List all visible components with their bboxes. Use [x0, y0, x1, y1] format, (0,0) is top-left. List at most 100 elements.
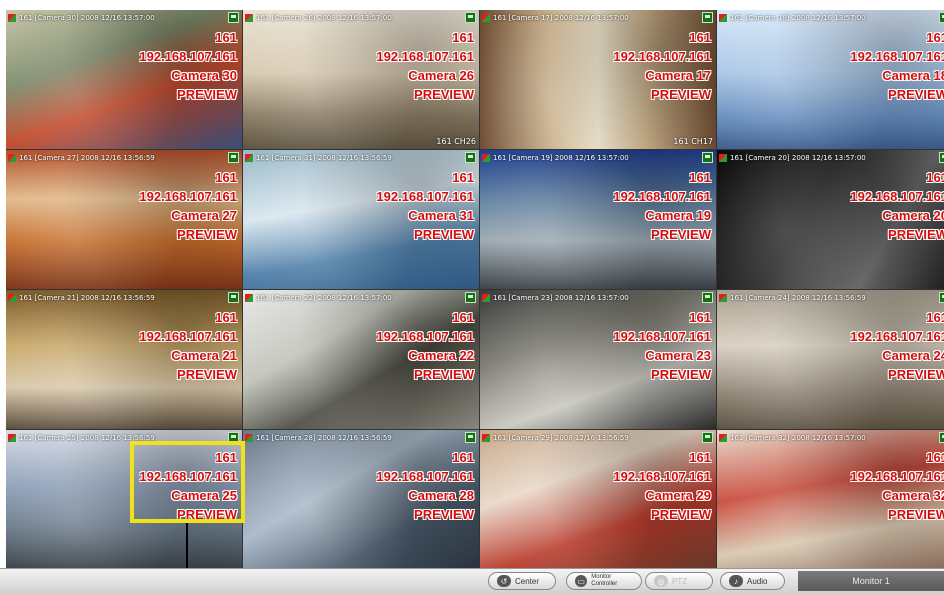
- camera-name: Camera 20: [882, 208, 944, 223]
- camera-tile[interactable]: 161 [Camera 32] 2008 12/16 13:57:00 16 1 …: [717, 430, 944, 569]
- camera-tile[interactable]: 161 [Camera 21] 2008 12/16 13:56:59 161 …: [6, 290, 242, 429]
- camera-ip: 192.168.107.161: [376, 329, 474, 344]
- record-flag-icon: [719, 433, 727, 442]
- monitor-icon: [228, 152, 239, 163]
- camera-name: Camera 23: [645, 348, 711, 363]
- monitor-icon: [228, 292, 239, 303]
- camera-ip: 192.168.107.161: [613, 189, 711, 204]
- monitor-icon: [939, 292, 944, 303]
- camera-tile[interactable]: 161 [Camera 22] 2008 12/16 13:57:00 161 …: [243, 290, 479, 429]
- camera-name: Camera 27: [171, 208, 237, 223]
- record-flag-icon: [245, 293, 253, 302]
- record-flag-icon: [482, 433, 490, 442]
- camera-name: Camera 21: [171, 348, 237, 363]
- camera-status: PREVIEW: [651, 227, 711, 242]
- rotate-icon: ↺: [497, 575, 511, 587]
- camera-name: Camera 24: [882, 348, 944, 363]
- monitor-controller-button[interactable]: ▭ Monitor Controller: [566, 572, 642, 590]
- camera-tile[interactable]: 161 [Camera 23] 2008 12/16 13:57:00 161 …: [480, 290, 716, 429]
- record-flag-icon: [245, 433, 253, 442]
- selection-box: [130, 441, 245, 523]
- record-flag-icon: [719, 153, 727, 162]
- camera-ip: 192.168.107.161: [139, 329, 237, 344]
- camera-header: 161 [Camera 31] 2008 12/16 13:56:59: [245, 152, 459, 163]
- monitor-icon: [702, 292, 713, 303]
- camera-status: PREVIEW: [414, 367, 474, 382]
- camera-overlay: 161 192.168.107.161 Camera 28 PREVIEW: [376, 448, 474, 524]
- camera-header: 161 [Camera 17] 2008 12/16 13:57:00: [482, 12, 696, 23]
- camera-tile[interactable]: 161 [Camera 26] 2008 12/16 13:57:00 161 …: [243, 10, 479, 149]
- camera-overlay: 161 192.168.107.161 Camera 31 PREVIEW: [376, 168, 474, 244]
- record-flag-icon: [482, 293, 490, 302]
- camera-tile[interactable]: 161 [Camera 31] 2008 12/16 13:56:59 161 …: [243, 150, 479, 289]
- camera-name: Camera 31: [408, 208, 474, 223]
- camera-overlay: 161 192.168.107.161 Camera 27 PREVIEW: [139, 168, 237, 244]
- camera-status: PREVIEW: [414, 507, 474, 522]
- audio-button[interactable]: ♪ Audio: [720, 572, 785, 590]
- camera-name: Camera 26: [408, 68, 474, 83]
- record-flag-icon: [482, 13, 490, 22]
- camera-tile[interactable]: 161 [Camera 20] 2008 12/16 13:57:00 16 1 …: [717, 150, 944, 289]
- camera-tile[interactable]: 161 [Camera 27] 2008 12/16 13:56:59 161 …: [6, 150, 242, 289]
- camera-ip: 192.168.107.161: [376, 189, 474, 204]
- camera-header: 161 [Camera 19] 2008 12/16 13:57:00: [482, 152, 696, 163]
- camera-tile[interactable]: 161 [Camera 18] 2008 12/16 13:57:00 16 1 …: [717, 10, 944, 149]
- monitor-icon: [465, 152, 476, 163]
- monitor-icon: [465, 12, 476, 23]
- monitor-icon: [939, 12, 944, 23]
- camera-overlay: 161 192.168.107.161 Camera 17 PREVIEW: [613, 28, 711, 104]
- record-flag-icon: [482, 153, 490, 162]
- camera-header: 161 [Camera 20] 2008 12/16 13:57:00: [719, 152, 933, 163]
- camera-header: 161 [Camera 32] 2008 12/16 13:57:00: [719, 432, 933, 443]
- camera-id: 161: [452, 170, 474, 185]
- camera-tile[interactable]: 161 [Camera 24] 2008 12/16 13:56:59 16 1 …: [717, 290, 944, 429]
- camera-header: 161 [Camera 26] 2008 12/16 13:57:00: [245, 12, 459, 23]
- camera-header: 161 [Camera 29] 2008 12/16 13:56:59: [482, 432, 696, 443]
- camera-tile[interactable]: 161 [Camera 19] 2008 12/16 13:57:00 161 …: [480, 150, 716, 289]
- camera-name: Camera 19: [645, 208, 711, 223]
- bottom-toolbar: ↺ Center ▭ Monitor Controller ◎ PTZ ♪ Au…: [0, 568, 944, 594]
- monitor-icon: [702, 12, 713, 23]
- camera-status: PREVIEW: [177, 367, 237, 382]
- camera-id: 161: [689, 450, 711, 465]
- camera-ip: 192.168.107.161: [376, 469, 474, 484]
- record-flag-icon: [245, 153, 253, 162]
- camera-ip: 192.168.107.161: [613, 329, 711, 344]
- camera-status: PREVIEW: [651, 367, 711, 382]
- camera-status: PREVIEW: [651, 87, 711, 102]
- camera-overlay: 161 192.168.107.161 Camera 32 PREVIEW: [850, 448, 944, 524]
- record-flag-icon: [8, 293, 16, 302]
- camera-name: Camera 30: [171, 68, 237, 83]
- camera-ip: 192.168.107.161: [376, 49, 474, 64]
- camera-ip: 192.168.107.161: [850, 49, 944, 64]
- camera-id: 161: [215, 310, 237, 325]
- camera-status: PREVIEW: [177, 87, 237, 102]
- camera-id: 161: [452, 30, 474, 45]
- camera-tile[interactable]: 161 [Camera 29] 2008 12/16 13:56:59 161 …: [480, 430, 716, 569]
- monitor-icon: ▭: [575, 575, 588, 587]
- camera-ip: 192.168.107.161: [850, 329, 944, 344]
- camera-id: 161: [926, 310, 944, 325]
- camera-status: PREVIEW: [414, 87, 474, 102]
- camera-name: Camera 32: [882, 488, 944, 503]
- camera-name: Camera 18: [882, 68, 944, 83]
- monitor-icon: [702, 432, 713, 443]
- camera-name: Camera 28: [408, 488, 474, 503]
- camera-tile[interactable]: 161 [Camera 30] 2008 12/16 13:57:00 161 …: [6, 10, 242, 149]
- camera-status: PREVIEW: [888, 227, 944, 242]
- camera-id: 161: [689, 30, 711, 45]
- camera-tile[interactable]: 161 [Camera 28] 2008 12/16 13:56:59 161 …: [243, 430, 479, 569]
- center-button[interactable]: ↺ Center: [488, 572, 556, 590]
- monitor-icon: [939, 152, 944, 163]
- camera-overlay: 161 192.168.107.161 Camera 23 PREVIEW: [613, 308, 711, 384]
- camera-id: 161: [452, 310, 474, 325]
- monitor-label: Monitor 1: [798, 571, 944, 591]
- camera-tile[interactable]: 161 [Camera 17] 2008 12/16 13:57:00 161 …: [480, 10, 716, 149]
- camera-overlay: 161 192.168.107.161 Camera 30 PREVIEW: [139, 28, 237, 104]
- camera-overlay: 161 192.168.107.161 Camera 24 PREVIEW: [850, 308, 944, 384]
- camera-overlay: 161 192.168.107.161 Camera 29 PREVIEW: [613, 448, 711, 524]
- camera-overlay: 161 192.168.107.161 Camera 21 PREVIEW: [139, 308, 237, 384]
- ptz-button[interactable]: ◎ PTZ: [645, 572, 713, 590]
- camera-ip: 192.168.107.161: [139, 49, 237, 64]
- camera-header: 161 [Camera 30] 2008 12/16 13:57:00: [8, 12, 222, 23]
